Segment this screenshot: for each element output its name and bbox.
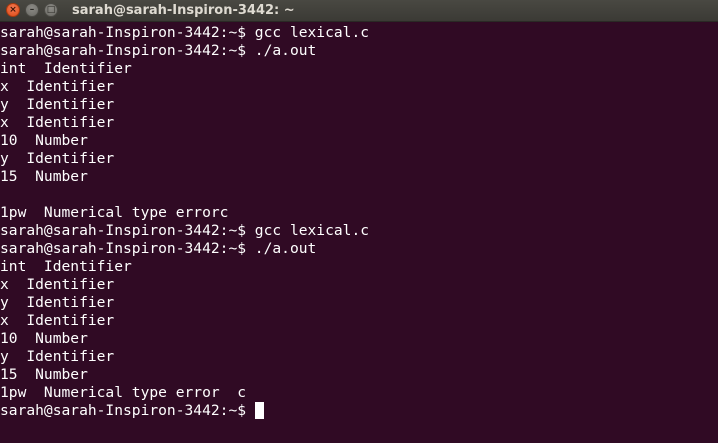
- terminal-line: 10 Number: [0, 132, 88, 149]
- terminal-line: x Identifier: [0, 276, 115, 293]
- text-cursor: [254, 402, 264, 419]
- window-title: sarah@sarah-Inspiron-3442: ~: [72, 3, 295, 18]
- terminal-line: sarah@sarah-Inspiron-3442:~$ ./a.out: [0, 240, 317, 257]
- terminal-line: y Identifier: [0, 294, 115, 311]
- terminal-prompt-line[interactable]: sarah@sarah-Inspiron-3442:~$: [0, 402, 718, 420]
- terminal-output[interactable]: sarah@sarah-Inspiron-3442:~$ gcc lexical…: [0, 24, 718, 443]
- terminal-line: int Identifier: [0, 258, 132, 275]
- terminal-line: 10 Number: [0, 330, 88, 347]
- terminal-line: 15 Number: [0, 366, 88, 383]
- terminal-line: 1pw Numerical type error c: [0, 384, 247, 401]
- terminal-line: x Identifier: [0, 78, 115, 95]
- terminal-window: × – □ sarah@sarah-Inspiron-3442: ~ sarah…: [0, 0, 718, 443]
- terminal-line: y Identifier: [0, 348, 115, 365]
- terminal-line: x Identifier: [0, 114, 115, 131]
- terminal-prompt: sarah@sarah-Inspiron-3442:~$: [0, 402, 255, 419]
- terminal-line: y Identifier: [0, 150, 115, 167]
- terminal-line: int Identifier: [0, 60, 132, 77]
- terminal-line: sarah@sarah-Inspiron-3442:~$ ./a.out: [0, 42, 317, 59]
- terminal-line: 15 Number: [0, 168, 88, 185]
- terminal-line: sarah@sarah-Inspiron-3442:~$ gcc lexical…: [0, 222, 370, 239]
- minimize-icon[interactable]: –: [25, 3, 39, 17]
- close-icon[interactable]: ×: [6, 3, 20, 17]
- terminal-line: y Identifier: [0, 96, 115, 113]
- title-bar[interactable]: × – □ sarah@sarah-Inspiron-3442: ~: [0, 0, 718, 22]
- terminal-line: 1pw Numerical type errorc: [0, 204, 229, 221]
- terminal-line: sarah@sarah-Inspiron-3442:~$ gcc lexical…: [0, 24, 370, 41]
- maximize-icon[interactable]: □: [44, 3, 58, 17]
- terminal-line: x Identifier: [0, 312, 115, 329]
